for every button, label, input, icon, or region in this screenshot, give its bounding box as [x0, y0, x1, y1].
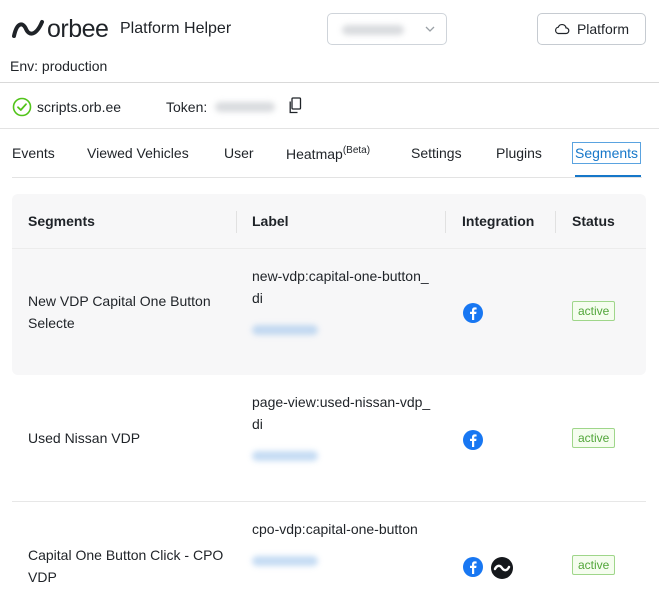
- tab-label: User: [224, 145, 254, 161]
- tab-beta-sup: (Beta): [342, 145, 371, 156]
- segment-name: New VDP Capital One Button Selecte: [28, 293, 211, 331]
- header: orbee Platform Helper Env: production Pl…: [0, 0, 659, 83]
- facebook-icon: [463, 303, 483, 323]
- status-badge: active: [572, 555, 616, 575]
- tab-label: Segments: [571, 142, 642, 164]
- tab-label: Heatmap: [286, 146, 343, 162]
- segment-label-cell: cpo-vdp:capital-one-button: [252, 518, 432, 566]
- segment-label: new-vdp:capital-one-button_di: [252, 268, 429, 306]
- status-cell: active: [572, 428, 616, 448]
- orbee-logo: orbee: [12, 15, 109, 43]
- app-title: Platform Helper: [120, 20, 232, 37]
- column-header-label: Label: [252, 213, 289, 229]
- tab-label: Plugins: [496, 145, 542, 161]
- segment-label: cpo-vdp:capital-one-button: [252, 521, 418, 537]
- segment-label: page-view:used-nissan-vdp_di: [252, 394, 431, 432]
- integration-cell: [462, 429, 484, 451]
- status-cell: active: [572, 301, 616, 321]
- segment-name: Capital One Button Click - CPO VDP: [28, 547, 224, 585]
- status-badge: active: [572, 301, 616, 321]
- cloud-icon: [554, 23, 570, 35]
- platform-button-label: Platform: [576, 21, 630, 37]
- site-select[interactable]: [327, 13, 447, 45]
- active-tab-indicator: [575, 175, 641, 177]
- table-row[interactable]: New VDP Capital One Button Selecte new-v…: [12, 249, 646, 375]
- status-cell: active: [572, 555, 616, 575]
- check-circle-icon: [12, 97, 32, 117]
- segment-name: Used Nissan VDP: [28, 430, 141, 446]
- chevron-down-icon: [425, 26, 435, 32]
- table-row[interactable]: Capital One Button Click - CPO VDP cpo-v…: [12, 502, 646, 598]
- env-label: Env: production: [10, 58, 108, 74]
- column-header-integration: Integration: [462, 213, 535, 229]
- tab-user[interactable]: User: [224, 145, 254, 161]
- integration-cell: [462, 556, 514, 580]
- table-header: Segments Label Integration Status: [12, 194, 646, 249]
- facebook-icon: [463, 430, 483, 450]
- tab-label: Events: [12, 145, 55, 161]
- segment-label-cell: page-view:used-nissan-vdp_di: [252, 391, 432, 461]
- column-divider: [236, 211, 237, 233]
- status-badge: active: [572, 428, 616, 448]
- wave-icon: [491, 557, 513, 579]
- column-divider: [445, 211, 446, 233]
- status-row: scripts.orb.ee Token:: [0, 83, 659, 129]
- token-label: Token:: [166, 99, 208, 115]
- integration-cell: [462, 302, 484, 324]
- column-divider: [555, 211, 556, 233]
- segment-link-redacted[interactable]: [252, 556, 318, 566]
- segment-label-cell: new-vdp:capital-one-button_di: [252, 265, 432, 335]
- token-value-redacted: [215, 102, 275, 112]
- tab-label: Settings: [411, 145, 462, 161]
- logo-wordmark: orbee: [47, 15, 109, 43]
- tab-events[interactable]: Events: [12, 145, 55, 161]
- tab-viewed-vehicles[interactable]: Viewed Vehicles: [87, 145, 189, 161]
- tab-heatmap[interactable]: Heatmap(Beta): [286, 145, 370, 162]
- orbee-logo-mark-icon: [12, 20, 44, 38]
- tab-label: Viewed Vehicles: [87, 145, 189, 161]
- script-host: scripts.orb.ee: [37, 99, 122, 115]
- column-header-status: Status: [572, 213, 615, 229]
- facebook-icon: [463, 557, 483, 577]
- segment-link-redacted[interactable]: [252, 325, 318, 335]
- tab-segments[interactable]: Segments: [571, 142, 642, 164]
- platform-button[interactable]: Platform: [537, 13, 646, 45]
- column-header-segments: Segments: [28, 213, 95, 229]
- tab-settings[interactable]: Settings: [411, 145, 462, 161]
- tab-bar: Events Viewed Vehicles User Heatmap(Beta…: [12, 129, 642, 178]
- table-row[interactable]: Used Nissan VDP page-view:used-nissan-vd…: [12, 375, 646, 502]
- site-select-value-redacted: [342, 25, 404, 35]
- tab-plugins[interactable]: Plugins: [496, 145, 542, 161]
- copy-icon[interactable]: [288, 97, 302, 114]
- segment-link-redacted[interactable]: [252, 451, 318, 461]
